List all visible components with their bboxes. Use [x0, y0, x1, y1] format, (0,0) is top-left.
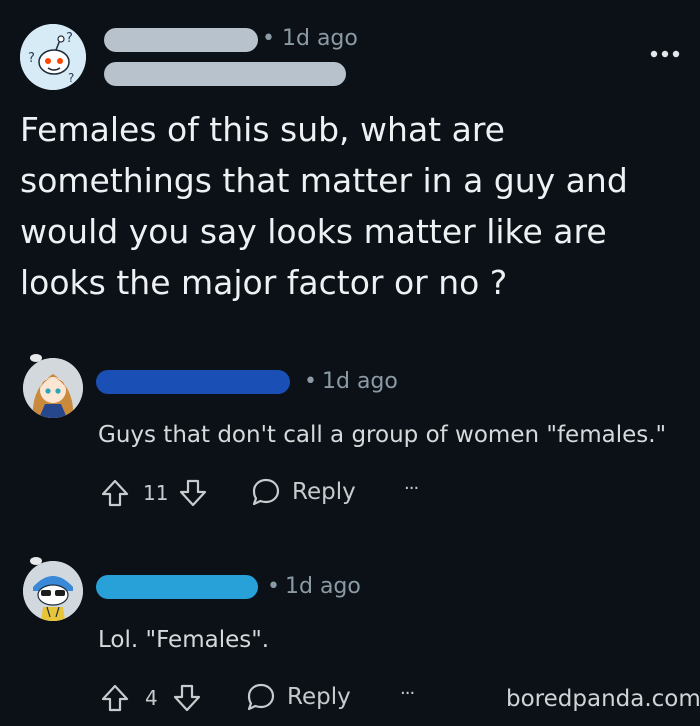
svg-text:?: ?: [68, 71, 74, 85]
post-subtitle-redacted: [104, 62, 346, 86]
comment-1-reply-label: Reply: [292, 479, 356, 505]
post-title[interactable]: Females of this sub, what are somethings…: [20, 104, 685, 308]
comment-1-collapse-dot: [30, 354, 42, 362]
comment-1-reply-button[interactable]: Reply: [250, 476, 356, 508]
svg-text:?: ?: [66, 31, 73, 46]
kebab-menu-icon[interactable]: [648, 42, 682, 66]
comment-2-reply-label: Reply: [287, 684, 351, 710]
comment-2-more-button[interactable]: ···: [400, 683, 415, 704]
avatar-snoo-sunglasses-icon: [23, 561, 83, 621]
snoo-question-icon: ? ? ?: [20, 24, 86, 90]
upvote-arrow-icon: [101, 479, 129, 507]
comment-1-upvote-button[interactable]: [100, 478, 130, 508]
post-author-redacted[interactable]: [104, 28, 258, 52]
comment-1-meta-dot: •: [304, 369, 317, 394]
svg-text:?: ?: [28, 51, 35, 66]
comment-1-more-button[interactable]: ···: [404, 478, 419, 499]
post-meta-dot: •: [262, 26, 275, 51]
watermark: boredpanda.com: [506, 686, 700, 712]
comment-2-meta-dot: •: [267, 574, 280, 599]
upvote-arrow-icon: [101, 684, 129, 712]
speech-bubble-icon: [247, 683, 275, 711]
avatar-anime-girl-icon: [23, 358, 83, 418]
comment-1-avatar[interactable]: [23, 358, 83, 418]
downvote-arrow-icon: [179, 479, 207, 507]
comment-2-reply-button[interactable]: Reply: [245, 681, 351, 713]
post-author-avatar[interactable]: ? ? ?: [20, 24, 86, 90]
comment-2-vote-count: 4: [145, 686, 158, 710]
comment-2-author-redacted[interactable]: [96, 575, 258, 599]
comment-1-vote-count: 11: [143, 481, 169, 505]
comment-2-collapse-dot: [30, 557, 42, 565]
comment-2-downvote-button[interactable]: [172, 683, 202, 713]
speech-bubble-icon: [252, 478, 280, 506]
comment-2-time: 1d ago: [285, 574, 361, 599]
downvote-arrow-icon: [173, 684, 201, 712]
comment-2-upvote-button[interactable]: [100, 683, 130, 713]
comment-1-time: 1d ago: [322, 369, 398, 394]
post-time: 1d ago: [282, 26, 358, 51]
comment-1-author-redacted[interactable]: [96, 370, 290, 394]
comment-1-body: Guys that don't call a group of women "f…: [98, 422, 667, 448]
comment-2-avatar[interactable]: [23, 561, 83, 621]
comment-2-body: Lol. "Females".: [98, 627, 270, 653]
comment-1-downvote-button[interactable]: [178, 478, 208, 508]
